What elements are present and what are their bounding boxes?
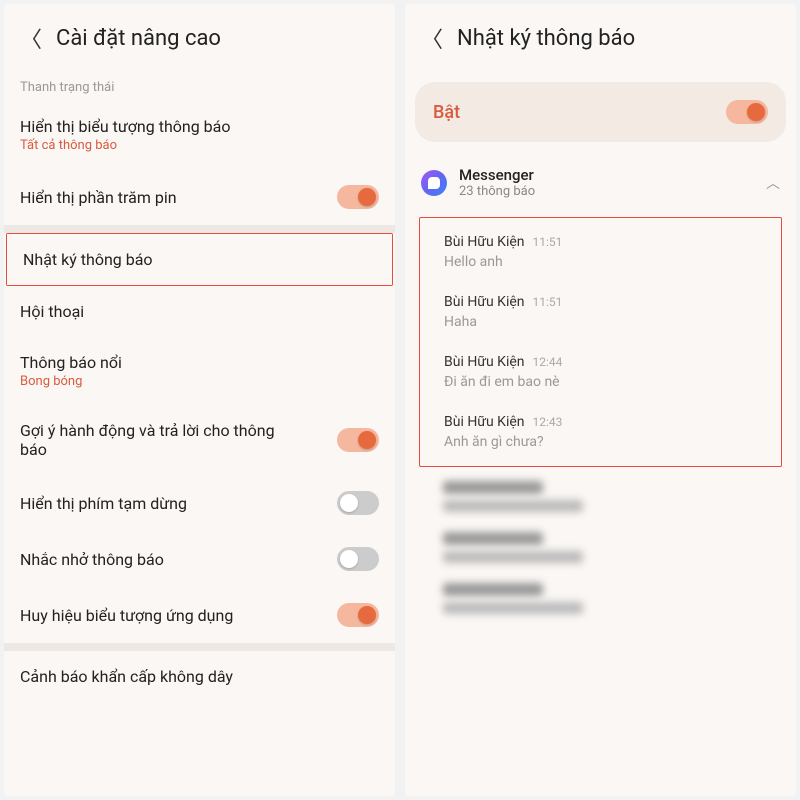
item-title: Nhật ký thông báo <box>23 250 153 269</box>
notif-msg: Haha <box>444 314 757 330</box>
app-count: 23 thông báo <box>459 184 754 199</box>
notif-name: Bùi Hữu Kiện <box>444 354 525 370</box>
right-header: 〈 Nhật ký thông báo <box>405 4 796 72</box>
item-log[interactable]: Nhật ký thông báo <box>7 234 392 285</box>
notif-item[interactable]: Bùi Hữu Kiện 11:51 Hello anh <box>420 222 781 282</box>
divider <box>4 643 395 651</box>
back-icon[interactable]: 〈 <box>421 22 443 54</box>
item-pause[interactable]: Hiển thị phím tạm dừng <box>4 475 395 531</box>
chevron-up-icon: ︿ <box>766 173 780 193</box>
item-title: Nhắc nhở thông báo <box>20 550 164 569</box>
item-emergency[interactable]: Cảnh báo khẩn cấp không dây <box>4 651 395 702</box>
blurred-item <box>405 471 796 522</box>
right-phone: 〈 Nhật ký thông báo Bật Messenger 23 thô… <box>405 4 796 796</box>
item-battery[interactable]: Hiển thị phần trăm pin <box>4 169 395 225</box>
app-name: Messenger <box>459 166 754 184</box>
highlight-box: Nhật ký thông báo <box>6 233 393 286</box>
item-title: Thông báo nổi <box>20 353 379 372</box>
notif-name: Bùi Hữu Kiện <box>444 414 525 430</box>
left-phone: 〈 Cài đặt nâng cao Thanh trạng thái Hiển… <box>4 4 395 796</box>
toggle-battery[interactable] <box>337 185 379 209</box>
item-remind[interactable]: Nhắc nhở thông báo <box>4 531 395 587</box>
item-sub: Tất cả thông báo <box>20 138 379 153</box>
notif-name: Bùi Hữu Kiện <box>444 234 525 250</box>
toggle-suggest[interactable] <box>337 428 379 452</box>
notif-time: 12:43 <box>533 415 563 429</box>
blurred-item <box>405 522 796 573</box>
left-header: 〈 Cài đặt nâng cao <box>4 4 395 72</box>
notif-time: 11:51 <box>533 235 563 249</box>
app-row[interactable]: Messenger 23 thông báo ︿ <box>405 152 796 213</box>
item-badge[interactable]: Huy hiệu biểu tượng ứng dụng <box>4 587 395 643</box>
back-icon[interactable]: 〈 <box>20 22 42 54</box>
item-title: Gợi ý hành động và trả lời cho thông báo <box>20 421 280 459</box>
notif-highlight-box: Bùi Hữu Kiện 11:51 Hello anh Bùi Hữu Kiệ… <box>419 217 782 467</box>
item-suggest[interactable]: Gợi ý hành động và trả lời cho thông báo <box>4 405 395 475</box>
page-title: Nhật ký thông báo <box>457 26 635 51</box>
notif-msg: Anh ăn gì chưa? <box>444 434 757 450</box>
item-title: Cảnh báo khẩn cấp không dây <box>20 667 233 686</box>
toggle-pause[interactable] <box>337 491 379 515</box>
toggle-remind[interactable] <box>337 547 379 571</box>
item-conversation[interactable]: Hội thoại <box>4 286 395 337</box>
blurred-item <box>405 573 796 624</box>
page-title: Cài đặt nâng cao <box>56 26 221 51</box>
item-notif-icons[interactable]: Hiển thị biểu tượng thông báo Tất cả thô… <box>4 101 395 169</box>
notif-item[interactable]: Bùi Hữu Kiện 12:44 Đi ăn đi em bao nè <box>420 342 781 402</box>
enable-bar[interactable]: Bật <box>415 82 786 142</box>
item-title: Hiển thị biểu tượng thông báo <box>20 117 379 136</box>
item-floating[interactable]: Thông báo nổi Bong bóng <box>4 337 395 405</box>
item-title: Huy hiệu biểu tượng ứng dụng <box>20 606 233 625</box>
item-title: Hội thoại <box>20 302 84 321</box>
toggle-enable[interactable] <box>726 100 768 124</box>
messenger-icon <box>421 170 447 196</box>
notif-item[interactable]: Bùi Hữu Kiện 11:51 Haha <box>420 282 781 342</box>
divider <box>4 225 395 233</box>
section-label: Thanh trạng thái <box>4 72 395 101</box>
item-sub: Bong bóng <box>20 374 379 389</box>
enable-label: Bật <box>433 102 460 123</box>
notif-time: 12:44 <box>533 355 563 369</box>
notif-item[interactable]: Bùi Hữu Kiện 12:43 Anh ăn gì chưa? <box>420 402 781 462</box>
notif-time: 11:51 <box>533 295 563 309</box>
item-title: Hiển thị phím tạm dừng <box>20 494 187 513</box>
item-title: Hiển thị phần trăm pin <box>20 188 177 207</box>
notif-msg: Hello anh <box>444 254 757 270</box>
toggle-badge[interactable] <box>337 603 379 627</box>
notif-msg: Đi ăn đi em bao nè <box>444 374 757 390</box>
notif-name: Bùi Hữu Kiện <box>444 294 525 310</box>
